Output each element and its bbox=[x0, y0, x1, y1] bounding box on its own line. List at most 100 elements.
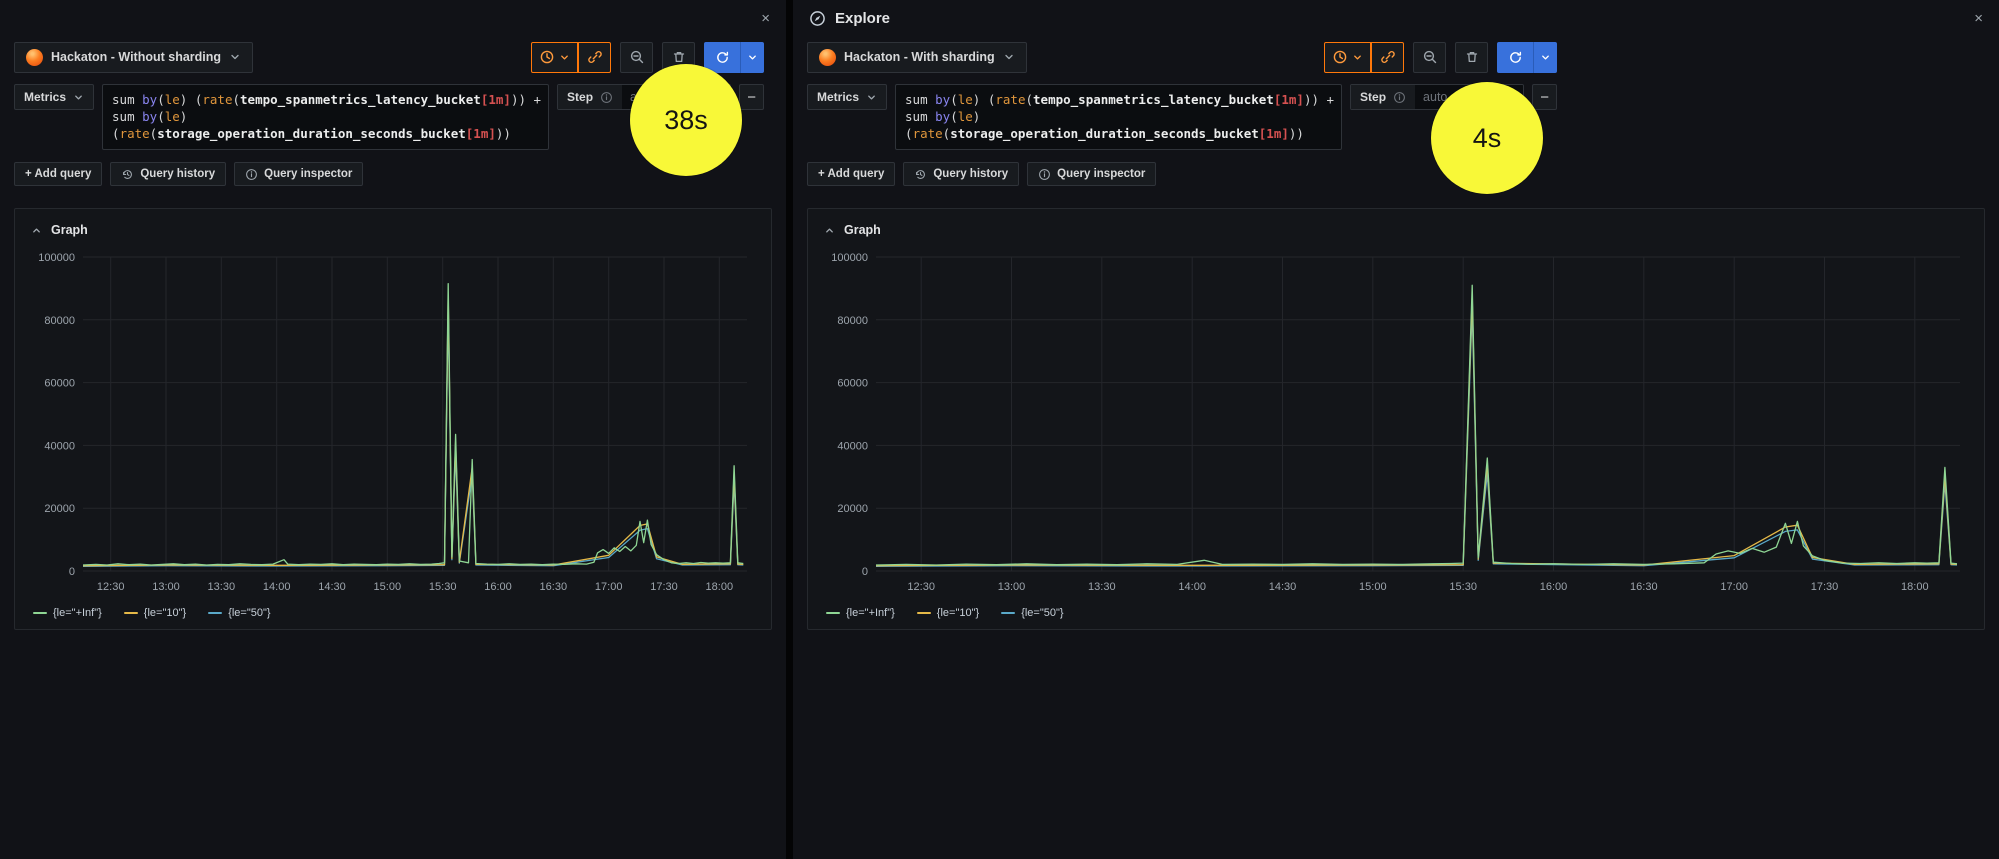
clock-icon bbox=[540, 50, 554, 64]
zoom-out-icon bbox=[630, 50, 643, 64]
query-history-button[interactable]: Query history bbox=[903, 162, 1020, 186]
svg-text:17:00: 17:00 bbox=[1720, 581, 1748, 593]
pane-header-right: Explore × bbox=[793, 0, 1999, 36]
graph-chart[interactable]: 0 20000 40000 60000 80000 100000 12:30 13:00 13:… bbox=[27, 249, 759, 597]
chevron-down-icon bbox=[1542, 55, 1549, 59]
svg-text:40000: 40000 bbox=[44, 440, 75, 452]
run-query-button[interactable] bbox=[704, 41, 740, 73]
legend-series-label: {le="50"} bbox=[1021, 607, 1064, 619]
add-query-button[interactable]: + Add query bbox=[14, 162, 103, 186]
graph-panel-header[interactable]: Graph bbox=[820, 219, 1972, 249]
toolbar-actions bbox=[531, 41, 764, 73]
refresh-icon bbox=[716, 51, 728, 63]
svg-text:13:30: 13:30 bbox=[208, 581, 236, 593]
svg-text:14:30: 14:30 bbox=[318, 581, 346, 593]
explore-pane-left: × Hackaton - Without sharding Metrics su… bbox=[0, 0, 786, 859]
toolbar-actions bbox=[1324, 41, 1557, 73]
chevron-down-icon bbox=[749, 55, 756, 59]
chevron-down-icon bbox=[231, 54, 239, 60]
split-divider[interactable] bbox=[786, 0, 793, 859]
svg-text:12:30: 12:30 bbox=[907, 581, 935, 593]
info-icon bbox=[601, 91, 612, 103]
add-query-button[interactable]: + Add query bbox=[807, 162, 896, 186]
datasource-picker[interactable]: Hackaton - Without sharding bbox=[14, 41, 254, 73]
explore-title-label: Explore bbox=[835, 9, 891, 27]
graph-legend: {le="+Inf"} {le="10"} {le="50"} bbox=[820, 597, 1972, 621]
zoom-out-button[interactable] bbox=[620, 41, 653, 73]
legend-item[interactable]: {le="50"} bbox=[208, 607, 271, 619]
graph-panel-title: Graph bbox=[51, 223, 88, 237]
duration-annotation-badge: 38s bbox=[630, 64, 742, 176]
query-editor[interactable]: sum by(le) (rate(tempo_spanmetrics_laten… bbox=[895, 84, 1343, 150]
svg-text:60000: 60000 bbox=[837, 378, 868, 390]
explore-title: Explore bbox=[809, 10, 890, 27]
trash-icon bbox=[1466, 52, 1477, 63]
chevron-down-icon bbox=[561, 55, 568, 59]
time-picker-button[interactable] bbox=[1324, 41, 1371, 73]
grafana-logo-icon bbox=[819, 48, 836, 66]
query-editor[interactable]: sum by(le) (rate(tempo_spanmetrics_laten… bbox=[102, 84, 550, 150]
step-label-section: Step bbox=[558, 85, 623, 109]
svg-text:15:00: 15:00 bbox=[1359, 581, 1387, 593]
sync-times-button[interactable] bbox=[578, 41, 611, 73]
graph-panel: Graph 0 20000 40000 60000 80000 100000 12:30 13… bbox=[807, 208, 1985, 630]
time-picker-button[interactable] bbox=[531, 41, 578, 73]
query-inspector-label: Query inspector bbox=[1057, 168, 1146, 180]
remove-query-button[interactable]: − bbox=[1532, 84, 1557, 110]
history-icon bbox=[123, 169, 133, 179]
remove-query-button[interactable]: − bbox=[739, 84, 764, 110]
legend-item[interactable]: {le="+Inf"} bbox=[826, 607, 895, 619]
graph-chart[interactable]: 0 20000 40000 60000 80000 100000 12:30 13:00 13:… bbox=[820, 249, 1972, 597]
svg-text:13:00: 13:00 bbox=[998, 581, 1026, 593]
query-inspector-button[interactable]: Query inspector bbox=[234, 162, 364, 186]
legend-item[interactable]: {le="+Inf"} bbox=[33, 607, 102, 619]
svg-text:16:30: 16:30 bbox=[540, 581, 568, 593]
duration-annotation-badge: 4s bbox=[1431, 82, 1543, 194]
run-interval-dropdown[interactable] bbox=[740, 41, 764, 73]
history-icon bbox=[916, 169, 926, 179]
step-label: Step bbox=[567, 90, 594, 104]
legend-item[interactable]: {le="10"} bbox=[916, 607, 980, 619]
run-interval-dropdown[interactable] bbox=[1533, 41, 1557, 73]
svg-text:17:30: 17:30 bbox=[1811, 581, 1839, 593]
refresh-icon bbox=[1509, 51, 1521, 63]
close-icon[interactable]: × bbox=[1974, 11, 1983, 26]
svg-text:14:00: 14:00 bbox=[263, 581, 291, 593]
info-icon bbox=[1039, 168, 1051, 180]
svg-text:16:00: 16:00 bbox=[484, 581, 512, 593]
svg-text:0: 0 bbox=[69, 566, 75, 578]
graph-panel-header[interactable]: Graph bbox=[27, 219, 759, 249]
link-icon bbox=[1380, 51, 1395, 63]
close-icon[interactable]: × bbox=[761, 11, 770, 26]
legend-item[interactable]: {le="50"} bbox=[1001, 607, 1064, 619]
graph-legend: {le="+Inf"} {le="10"} {le="50"} bbox=[27, 597, 759, 621]
query-history-button[interactable]: Query history bbox=[110, 162, 227, 186]
chevron-down-icon bbox=[75, 95, 82, 99]
run-query-button[interactable] bbox=[1497, 41, 1533, 73]
datasource-label: Hackaton - Without sharding bbox=[51, 50, 222, 64]
sync-times-button[interactable] bbox=[1371, 41, 1404, 73]
svg-text:18:00: 18:00 bbox=[1901, 581, 1929, 593]
clear-all-button[interactable] bbox=[1455, 41, 1488, 73]
svg-text:15:00: 15:00 bbox=[374, 581, 402, 593]
run-query-split-button bbox=[1497, 41, 1557, 73]
metrics-dropdown[interactable]: Metrics bbox=[807, 84, 888, 110]
legend-series-label: {le="+Inf"} bbox=[53, 607, 102, 619]
graph-panel-title: Graph bbox=[844, 223, 881, 237]
time-sync-group bbox=[531, 41, 611, 73]
metrics-dropdown[interactable]: Metrics bbox=[14, 84, 95, 110]
legend-series-label: {le="+Inf"} bbox=[846, 607, 895, 619]
legend-series-label: {le="10"} bbox=[936, 607, 980, 619]
svg-text:17:30: 17:30 bbox=[650, 581, 678, 593]
svg-text:15:30: 15:30 bbox=[1449, 581, 1477, 593]
legend-item[interactable]: {le="10"} bbox=[123, 607, 186, 619]
query-history-label: Query history bbox=[933, 168, 1009, 180]
metrics-label: Metrics bbox=[817, 90, 860, 104]
svg-text:0: 0 bbox=[862, 566, 868, 578]
time-sync-group bbox=[1324, 41, 1404, 73]
query-inspector-button[interactable]: Query inspector bbox=[1027, 162, 1157, 186]
zoom-out-button[interactable] bbox=[1413, 41, 1446, 73]
grafana-logo-icon bbox=[26, 48, 43, 66]
svg-text:13:00: 13:00 bbox=[152, 581, 180, 593]
datasource-picker[interactable]: Hackaton - With sharding bbox=[807, 41, 1027, 73]
